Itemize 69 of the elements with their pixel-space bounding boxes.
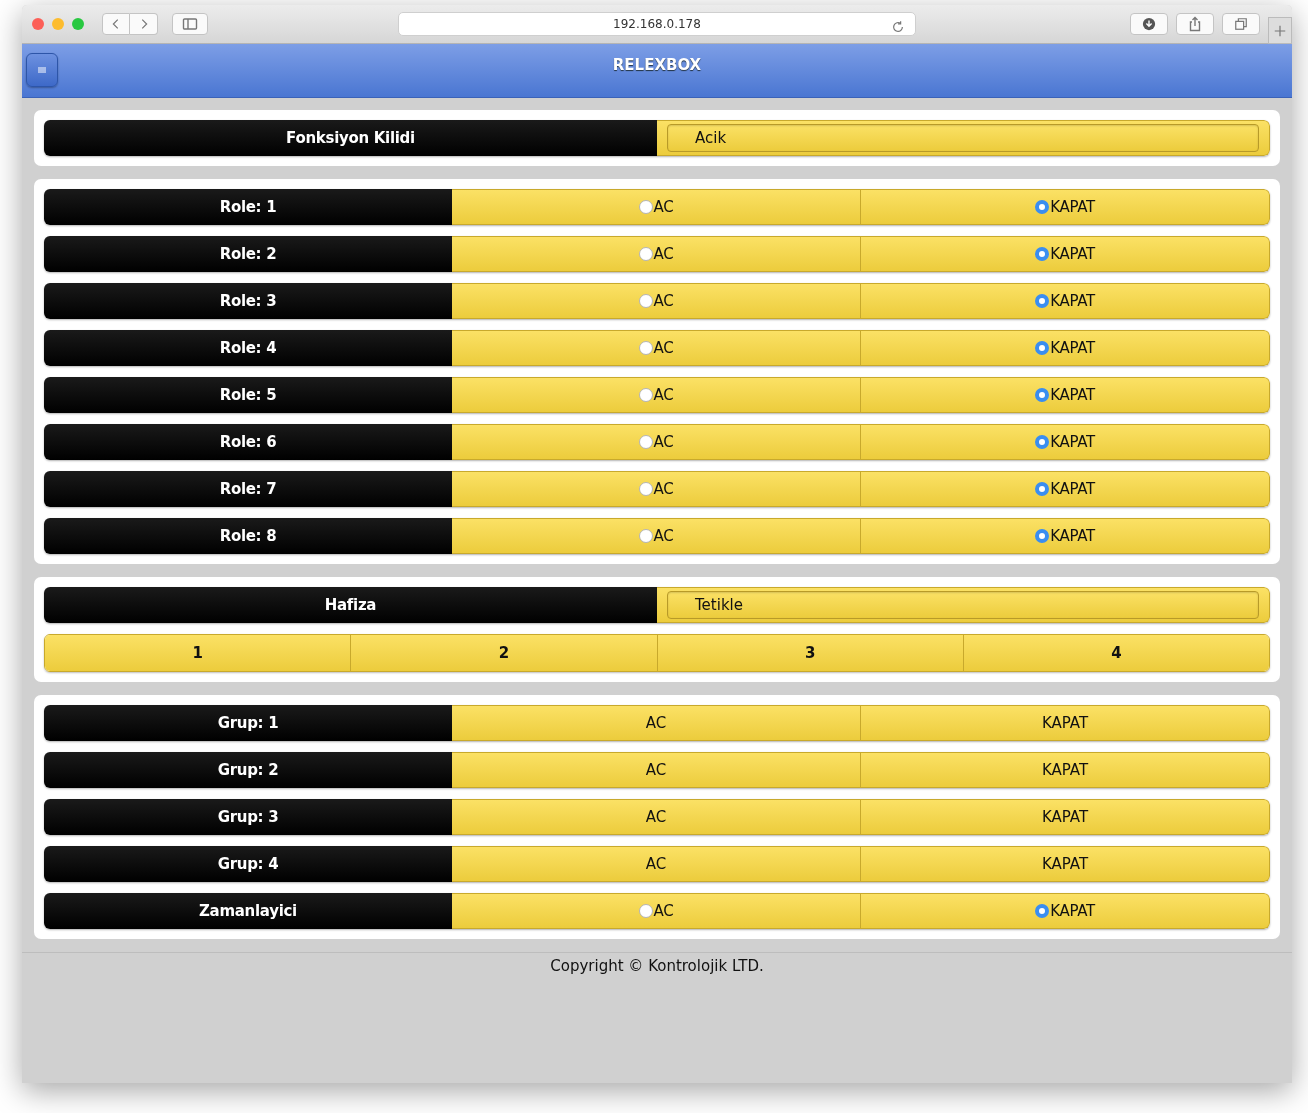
- row-label: Role: 6: [44, 424, 452, 460]
- radio-option[interactable]: KAPAT: [861, 330, 1270, 366]
- radio-option[interactable]: KAPAT: [861, 518, 1270, 554]
- radio-option[interactable]: KAPAT: [861, 377, 1270, 413]
- address-bar[interactable]: 192.168.0.178: [398, 12, 916, 36]
- action-button[interactable]: AC: [452, 846, 861, 882]
- row-label: Fonksiyon Kilidi: [44, 120, 657, 156]
- option-label: AC: [653, 480, 674, 498]
- action-button[interactable]: AC: [452, 752, 861, 788]
- select-button[interactable]: Tetikle: [667, 591, 1259, 619]
- copyright-text: Copyright © Kontrolojik LTD.: [550, 957, 764, 977]
- option-label: KAPAT: [1050, 480, 1095, 498]
- option-label: KAPAT: [1050, 292, 1095, 310]
- action-button[interactable]: AC: [452, 705, 861, 741]
- option-label: KAPAT: [1050, 902, 1095, 920]
- option-label: KAPAT: [1050, 433, 1095, 451]
- option-label: AC: [653, 527, 674, 545]
- row-label: Role: 8: [44, 518, 452, 554]
- memory-slot-button[interactable]: 4: [962, 635, 1269, 671]
- radio-option[interactable]: KAPAT: [861, 189, 1270, 225]
- row-label: Role: 5: [44, 377, 452, 413]
- option-label: AC: [653, 292, 674, 310]
- action-button[interactable]: KAPAT: [861, 799, 1270, 835]
- radio-option[interactable]: AC: [452, 189, 861, 225]
- row-label: Grup: 1: [44, 705, 452, 741]
- radio-option[interactable]: AC: [452, 518, 861, 554]
- row-label: Role: 4: [44, 330, 452, 366]
- row-label: Grup: 2: [44, 752, 452, 788]
- option-label: AC: [653, 902, 674, 920]
- radio-option[interactable]: AC: [452, 236, 861, 272]
- action-button[interactable]: KAPAT: [861, 846, 1270, 882]
- option-label: KAPAT: [1050, 245, 1095, 263]
- option-label: KAPAT: [1050, 527, 1095, 545]
- radio-option[interactable]: AC: [452, 424, 861, 460]
- memory-slot-button[interactable]: 1: [45, 635, 351, 671]
- memory-slot-button[interactable]: 2: [350, 635, 657, 671]
- row-label: Grup: 3: [44, 799, 452, 835]
- memory-slot-button[interactable]: 3: [656, 635, 963, 671]
- radio-option[interactable]: AC: [452, 893, 861, 929]
- radio-option[interactable]: KAPAT: [861, 236, 1270, 272]
- option-label: AC: [653, 339, 674, 357]
- row-label: Role: 7: [44, 471, 452, 507]
- option-label: AC: [653, 198, 674, 216]
- select-button[interactable]: Acik: [667, 124, 1259, 152]
- row-label: Role: 1: [44, 189, 452, 225]
- row-label: Grup: 4: [44, 846, 452, 882]
- radio-option[interactable]: AC: [452, 377, 861, 413]
- radio-option[interactable]: AC: [452, 283, 861, 319]
- address-text: 192.168.0.178: [613, 17, 701, 31]
- row-label: Zamanlayici: [44, 893, 452, 929]
- app-title: RELEXBOX: [612, 55, 702, 74]
- action-button[interactable]: KAPAT: [861, 752, 1270, 788]
- row-label: Role: 3: [44, 283, 452, 319]
- action-button[interactable]: KAPAT: [861, 705, 1270, 741]
- row-label: Role: 2: [44, 236, 452, 272]
- radio-option[interactable]: KAPAT: [861, 471, 1270, 507]
- radio-option[interactable]: AC: [452, 330, 861, 366]
- option-label: KAPAT: [1050, 386, 1095, 404]
- option-label: AC: [653, 433, 674, 451]
- radio-option[interactable]: KAPAT: [861, 893, 1270, 929]
- option-label: AC: [653, 245, 674, 263]
- radio-option[interactable]: AC: [452, 471, 861, 507]
- option-label: KAPAT: [1050, 339, 1095, 357]
- action-button[interactable]: AC: [452, 799, 861, 835]
- option-label: KAPAT: [1050, 198, 1095, 216]
- row-label: Hafiza: [44, 587, 657, 623]
- option-label: AC: [653, 386, 674, 404]
- radio-option[interactable]: KAPAT: [861, 283, 1270, 319]
- radio-option[interactable]: KAPAT: [861, 424, 1270, 460]
